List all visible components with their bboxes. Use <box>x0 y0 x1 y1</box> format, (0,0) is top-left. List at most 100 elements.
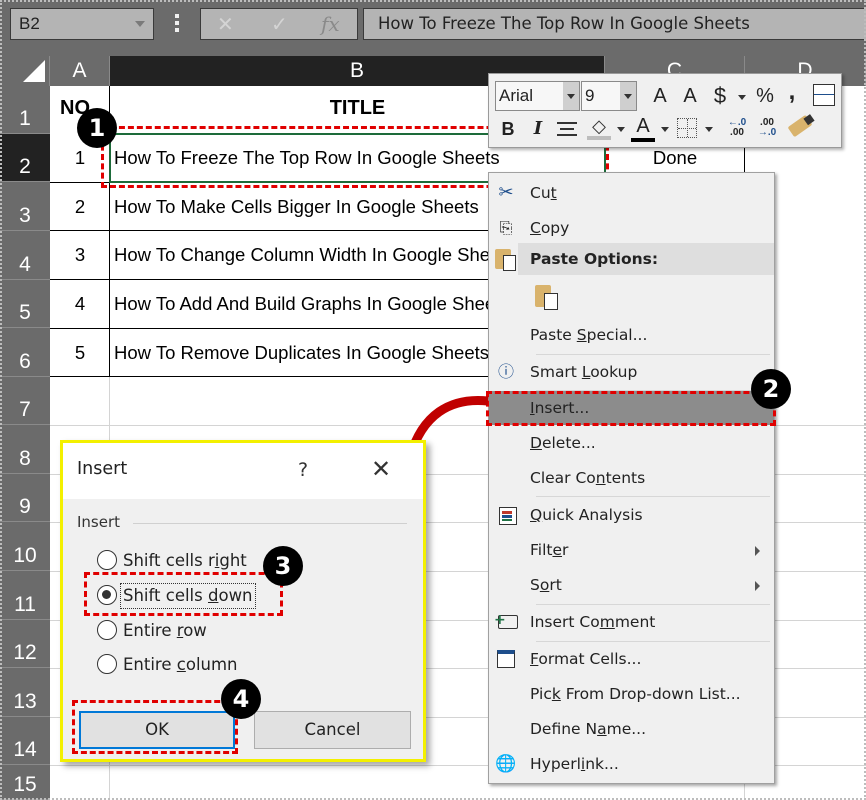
row-header-8[interactable]: 8 <box>0 425 50 474</box>
step3-highlight <box>84 572 283 616</box>
paste-option-button[interactable] <box>535 285 558 310</box>
cell-a6[interactable]: 5 <box>50 342 110 364</box>
help-icon[interactable]: ? <box>298 459 308 481</box>
format-painter-icon[interactable] <box>787 114 815 138</box>
row-header-14[interactable]: 14 <box>0 717 50 765</box>
menu-item-sort[interactable]: Sort <box>489 568 774 602</box>
menu-item-filter[interactable]: Filter <box>489 533 774 567</box>
radio-button[interactable] <box>97 654 117 674</box>
menu-item-pick-from-list[interactable]: Pick From Drop-down List... <box>489 677 774 711</box>
chevron-down-icon[interactable] <box>705 127 713 132</box>
formula-input[interactable]: How To Freeze The Top Row In Google Shee… <box>363 8 866 40</box>
menu-separator <box>536 496 770 497</box>
chevron-down-icon[interactable] <box>617 127 625 132</box>
row-number: 9 <box>19 495 31 518</box>
menu-item-hyperlink[interactable]: 🌐 Hyperlink... <box>489 747 774 781</box>
menu-item-smart-lookup[interactable]: ⓘ Smart Lookup <box>489 355 774 389</box>
select-all-button[interactable] <box>0 56 50 86</box>
menu-item-label: Quick Analysis <box>530 506 643 524</box>
chevron-down-icon[interactable] <box>738 95 746 100</box>
paste-icon <box>495 249 516 271</box>
row-header-9[interactable]: 9 <box>0 474 50 522</box>
copy-icon: ⎘ <box>499 218 513 237</box>
row-header-6[interactable]: 6 <box>0 328 50 377</box>
decrease-decimal-bottom: →.0 <box>757 127 777 138</box>
row-header-4[interactable]: 4 <box>0 231 50 280</box>
radio-label: Entire column <box>123 655 238 674</box>
cell-b4[interactable]: How To Change Column Width In Google She… <box>114 244 488 266</box>
fill-color-icon[interactable]: ◇ <box>587 116 611 140</box>
row-header-5[interactable]: 5 <box>0 280 50 328</box>
increase-decimal-icon[interactable]: ←.0.00 <box>725 118 749 138</box>
font-size-select[interactable]: 9 <box>581 81 637 111</box>
menu-item-paste-special[interactable]: Paste Special... <box>489 318 774 352</box>
name-box[interactable]: B2 <box>10 8 154 40</box>
step4-badge: 4 <box>221 679 261 719</box>
comma-style-icon[interactable]: , <box>785 80 799 104</box>
more-options-icon[interactable] <box>175 14 179 35</box>
center-align-icon[interactable] <box>557 122 577 136</box>
row-header-3[interactable]: 3 <box>0 182 50 231</box>
cancel-entry-icon[interactable]: ✕ <box>217 12 234 37</box>
percent-style-icon[interactable]: % <box>753 84 777 108</box>
row-header-12[interactable]: 12 <box>0 620 50 668</box>
quick-analysis-icon <box>494 503 518 527</box>
menu-item-label: Format Cells... <box>530 650 642 668</box>
menu-item-label: Hyperlink... <box>530 755 619 773</box>
radio-button[interactable] <box>97 620 117 640</box>
cell-b5[interactable]: How To Add And Build Graphs In Google Sh… <box>114 293 488 315</box>
menu-item-cut[interactable]: ✂ Cut <box>489 176 774 210</box>
paste-options-header: Paste Options: <box>518 243 774 275</box>
row-header-11[interactable]: 11 <box>0 571 50 620</box>
chevron-down-icon[interactable] <box>563 82 579 110</box>
menu-item-quick-analysis[interactable]: Quick Analysis <box>489 498 774 532</box>
increase-font-size-icon[interactable]: A <box>649 84 671 108</box>
cancel-button[interactable]: Cancel <box>254 711 411 749</box>
wrap-text-icon[interactable] <box>813 84 835 106</box>
chevron-down-icon[interactable] <box>620 82 636 110</box>
row-number: 7 <box>19 398 31 421</box>
close-icon[interactable]: ✕ <box>371 455 391 483</box>
menu-item-label: Paste Special... <box>530 326 648 344</box>
menu-item-copy[interactable]: ⎘ Copy <box>489 211 774 245</box>
row-header-1[interactable]: 1 <box>0 86 50 134</box>
insert-function-icon[interactable]: fx <box>321 12 340 36</box>
cell-b6[interactable]: How To Remove Duplicates In Google Sheet… <box>114 342 488 364</box>
radio-button[interactable] <box>97 550 117 570</box>
cell-b3[interactable]: How To Make Cells Bigger In Google Sheet… <box>114 196 488 218</box>
formula-buttons: ✕ ✓ fx <box>200 8 358 40</box>
menu-item-label: Copy <box>530 219 570 237</box>
accounting-format-icon[interactable]: $ <box>709 84 731 108</box>
borders-icon[interactable] <box>677 118 697 138</box>
font-name-select[interactable]: Arial <box>495 81 580 111</box>
row-header-7[interactable]: 7 <box>0 377 50 425</box>
font-color-icon[interactable]: A <box>631 114 655 142</box>
enter-check-icon[interactable]: ✓ <box>271 12 288 37</box>
decrease-decimal-icon[interactable]: .00 →.0 <box>755 118 779 138</box>
submenu-arrow-icon <box>755 581 760 591</box>
chevron-down-icon[interactable] <box>135 21 145 27</box>
decrease-font-size-icon[interactable]: A <box>679 84 701 108</box>
cell-a4[interactable]: 3 <box>50 244 110 266</box>
row-header-10[interactable]: 10 <box>0 522 50 571</box>
row-number: 8 <box>19 447 31 470</box>
chevron-down-icon[interactable] <box>661 127 669 132</box>
italic-icon[interactable]: I <box>527 117 549 141</box>
menu-item-define-name[interactable]: Define Name... <box>489 712 774 746</box>
row-header-13[interactable]: 13 <box>0 668 50 717</box>
menu-item-delete[interactable]: Delete... <box>489 426 774 460</box>
menu-item-label: Pick From Drop-down List... <box>530 685 741 703</box>
row-header-15[interactable]: 15 <box>0 765 50 800</box>
cell-a5[interactable]: 4 <box>50 293 110 315</box>
bold-icon[interactable]: B <box>497 117 519 141</box>
cell-a3[interactable]: 2 <box>50 196 110 218</box>
menu-item-label: Sort <box>530 576 562 594</box>
menu-item-insert-comment[interactable]: + Insert Comment <box>489 605 774 639</box>
mini-toolbar: Arial 9 A A $ % , B I ◇ A ←.0.00 .00 →.0 <box>488 73 842 148</box>
menu-item-format-cells[interactable]: Format Cells... <box>489 642 774 676</box>
cell-c2[interactable]: Done <box>605 147 745 169</box>
row-header-2[interactable]: 2 <box>0 134 50 182</box>
menu-item-clear-contents[interactable]: Clear Contents <box>489 461 774 495</box>
submenu-arrow-icon <box>755 546 760 556</box>
column-header-a[interactable]: A <box>50 56 110 86</box>
